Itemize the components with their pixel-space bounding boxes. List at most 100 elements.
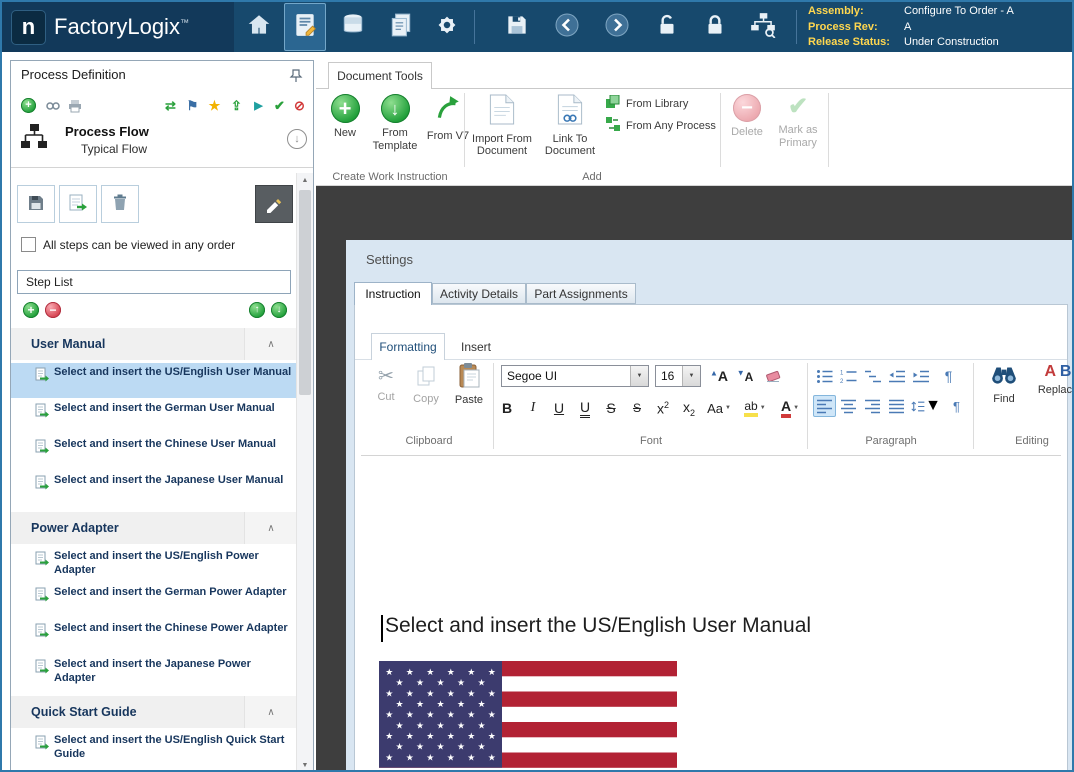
collapse-chevron-icon[interactable]: ∧ (244, 696, 297, 728)
collapse-chevron-icon[interactable]: ∧ (244, 512, 297, 544)
expand-flow-icon[interactable]: ↓ (287, 129, 307, 149)
panel-scrollbar[interactable]: ▲ ▼ (296, 173, 313, 772)
multilevel-list-button[interactable] (861, 365, 884, 387)
process-definition-button[interactable] (284, 3, 326, 51)
save-step-button[interactable] (17, 185, 55, 223)
scroll-up-icon[interactable]: ▲ (297, 173, 313, 188)
scroll-down-icon[interactable]: ▼ (297, 758, 313, 772)
print-icon[interactable] (65, 96, 84, 115)
superscript-button[interactable]: x2 (651, 395, 675, 421)
scrollbar-thumb[interactable] (299, 190, 311, 395)
replace-button[interactable]: A B Replace (1031, 363, 1074, 396)
database-button[interactable] (332, 7, 374, 47)
step-item[interactable]: Select and insert the Japanese User Manu… (11, 471, 297, 506)
unlock-button[interactable] (646, 7, 688, 47)
from-library-button[interactable]: From Library (606, 95, 688, 112)
step-item[interactable]: Select and insert the US/English User Ma… (11, 363, 297, 398)
subscript-button[interactable]: x2 (677, 395, 701, 421)
tab-formatting[interactable]: Formatting (371, 333, 445, 360)
import-from-document-button[interactable]: Import From Document (470, 94, 534, 158)
step-item[interactable]: Select and insert the German Quick Start… (11, 767, 297, 772)
double-strikethrough-button[interactable]: S (625, 395, 649, 421)
save-button[interactable] (496, 7, 538, 47)
link-icon[interactable] (43, 96, 62, 115)
group-header-user-manual[interactable]: User Manual∧ (11, 328, 297, 360)
tab-activity-details[interactable]: Activity Details (432, 283, 526, 304)
step-item[interactable]: Select and insert the Chinese User Manua… (11, 435, 297, 470)
add-step-icon[interactable]: + (23, 302, 39, 318)
mark-as-primary-button[interactable]: ✔ Mark as Primary (772, 94, 824, 149)
tab-instruction[interactable]: Instruction (354, 282, 432, 305)
highlight-color-button[interactable]: ab▼ (739, 395, 771, 421)
view-order-checkbox[interactable] (21, 237, 36, 252)
sync-icon[interactable]: ⇄ (161, 96, 180, 115)
bullet-list-button[interactable] (813, 365, 836, 387)
grow-font-button[interactable]: ▲A (707, 363, 731, 389)
italic-button[interactable]: I (521, 395, 545, 421)
pin-icon[interactable] (289, 69, 303, 88)
settings-button[interactable] (426, 7, 468, 47)
group-header-power-adapter[interactable]: Power Adapter∧ (11, 512, 297, 544)
from-template-button[interactable]: ↓ From Template (366, 94, 424, 152)
find-button[interactable]: Find (981, 363, 1027, 405)
double-underline-button[interactable]: U (573, 395, 597, 421)
change-case-button[interactable]: Aa▼ (703, 395, 735, 421)
align-center-button[interactable] (837, 395, 860, 417)
process-search-button[interactable] (742, 7, 784, 47)
bold-button[interactable]: B (495, 395, 519, 421)
shrink-font-button[interactable]: ▼A (733, 363, 757, 389)
group-header-quick-start-guide[interactable]: Quick Start Guide∧ (11, 696, 297, 728)
clear-formatting-button[interactable] (761, 363, 785, 389)
paste-button[interactable]: Paste (449, 362, 489, 406)
link-to-document-button[interactable]: Link To Document (538, 94, 602, 158)
step-item[interactable]: Select and insert the Japanese Power Ada… (11, 655, 297, 690)
new-instruction-button[interactable]: + New (326, 94, 364, 140)
font-color-button[interactable]: A▼ (775, 395, 805, 421)
pilcrow-button[interactable]: ¶ (937, 365, 960, 387)
add-icon[interactable]: + (21, 98, 36, 113)
chevron-down-icon[interactable]: ▼ (682, 366, 700, 386)
star-icon[interactable]: ★ (205, 96, 224, 115)
align-left-button[interactable] (813, 395, 836, 417)
cut-button[interactable]: ✂ Cut (369, 365, 403, 403)
font-family-select[interactable]: Segoe UI ▼ (501, 365, 649, 387)
underline-button[interactable]: U (547, 395, 571, 421)
delete-instruction-button[interactable]: − Delete (726, 94, 768, 139)
move-down-icon[interactable]: ↓ (271, 302, 287, 318)
flag-icon[interactable]: ⚑ (183, 96, 202, 115)
back-button[interactable] (546, 7, 588, 47)
line-spacing-button[interactable]: ▼ (911, 395, 941, 417)
block-icon[interactable]: ⊘ (290, 96, 309, 115)
strikethrough-button[interactable]: S (599, 395, 623, 421)
run-icon[interactable]: ▶ (249, 96, 268, 115)
step-item[interactable]: Select and insert the German Power Adapt… (11, 583, 297, 618)
step-item[interactable]: Select and insert the German User Manual (11, 399, 297, 434)
numbered-list-button[interactable]: 12 (837, 365, 860, 387)
tab-part-assignments[interactable]: Part Assignments (526, 283, 636, 304)
font-size-select[interactable]: 16 ▼ (655, 365, 701, 387)
from-any-process-button[interactable]: From Any Process (606, 117, 716, 134)
increase-indent-button[interactable] (909, 365, 932, 387)
edit-step-button[interactable] (255, 185, 293, 223)
align-right-button[interactable] (861, 395, 884, 417)
tab-document-tools[interactable]: Document Tools (328, 62, 432, 89)
export-step-button[interactable] (59, 185, 97, 223)
forward-button[interactable] (596, 7, 638, 47)
decrease-indent-button[interactable] (885, 365, 908, 387)
step-item[interactable]: Select and insert the US/English Quick S… (11, 731, 297, 766)
move-up-icon[interactable]: ↑ (249, 302, 265, 318)
formatting-marks-button[interactable]: ¶ (945, 395, 968, 417)
ok-icon[interactable]: ✔ (270, 96, 289, 115)
collapse-chevron-icon[interactable]: ∧ (244, 328, 297, 360)
step-item[interactable]: Select and insert the Chinese Power Adap… (11, 619, 297, 654)
chevron-down-icon[interactable]: ▼ (630, 366, 648, 386)
tab-insert[interactable]: Insert (447, 335, 505, 359)
delete-step-button[interactable] (101, 185, 139, 223)
remove-step-icon[interactable]: − (45, 302, 61, 318)
view-order-option[interactable]: All steps can be viewed in any order (21, 237, 297, 252)
step-item[interactable]: Select and insert the US/English Power A… (11, 547, 297, 582)
export-icon[interactable]: ⇪ (227, 96, 246, 115)
editor-canvas[interactable]: Select and insert the US/English User Ma… (355, 457, 1067, 772)
home-button[interactable] (238, 7, 280, 47)
justify-button[interactable] (885, 395, 908, 417)
